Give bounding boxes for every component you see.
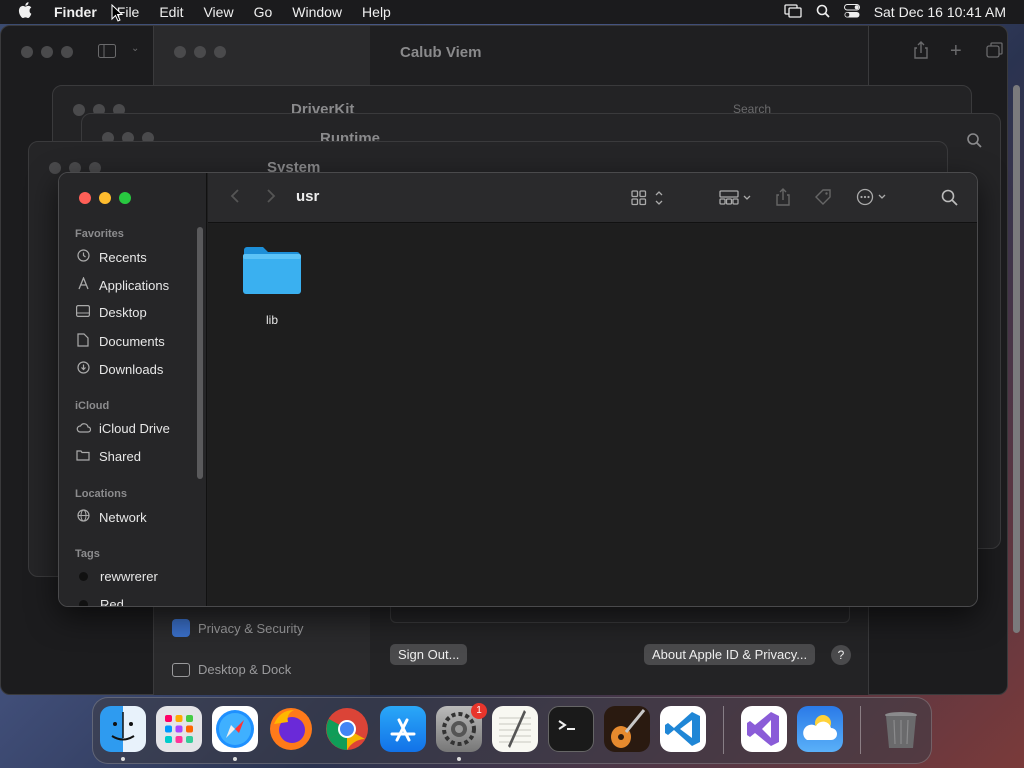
dock-divider [860,706,861,754]
screen-mirroring-icon[interactable] [784,3,802,21]
close-button[interactable] [79,192,91,204]
desktop-icon [75,305,91,320]
dock: 1 [92,697,932,764]
finder-content: lib [208,224,977,606]
shared-folder-icon [75,449,91,464]
chrome-icon[interactable] [324,706,370,752]
menu-view[interactable]: View [203,4,233,20]
window-title: Calub Viem [400,44,482,61]
finder-window-usr: Favorites Recents Applications Desktop D… [58,172,978,607]
desktop-dock-icon [172,662,190,677]
traffic-lights [79,192,131,204]
settings-item-desktop-dock[interactable]: Desktop & Dock [172,662,291,677]
menu-edit[interactable]: Edit [159,4,183,20]
firefox-icon[interactable] [268,706,314,752]
group-by-icon[interactable] [719,189,755,211]
share-icon [913,41,929,62]
mouse-cursor-icon [111,3,124,27]
settings-item-privacy[interactable]: Privacy & Security [172,619,303,637]
section-locations: Locations [75,488,127,500]
launchpad-icon[interactable] [156,706,202,752]
folder-item-lib[interactable]: lib [242,244,302,327]
share-icon[interactable] [775,188,791,210]
app-store-icon[interactable] [380,706,426,752]
icon-view-icon[interactable] [631,189,667,211]
tag-dot-icon [79,600,88,606]
settings-visible-area: Privacy & Security Desktop & Dock Sign O… [153,607,869,695]
globe-icon [75,509,91,525]
sidebar-item-shared[interactable]: Shared [75,449,141,464]
terminal-icon[interactable] [548,706,594,752]
privacy-hand-icon [172,619,190,637]
safari-icon[interactable] [212,706,258,752]
more-actions-icon[interactable] [856,188,890,210]
sign-out-button[interactable]: Sign Out... [390,644,468,665]
control-center-icon[interactable] [843,3,860,21]
zoom-button[interactable] [119,192,131,204]
menu-clock[interactable]: Sat Dec 16 10:41 AM [874,4,1006,20]
tab-overview-icon [986,42,1004,61]
window-title: usr [296,188,320,205]
sidebar-item-tag-red[interactable]: Red [75,597,124,606]
tag-dot-icon [79,572,88,581]
apple-menu-icon[interactable] [18,1,32,23]
sidebar-toggle-icon [98,44,116,61]
new-tab-icon: + [950,40,962,62]
finder-sidebar: Favorites Recents Applications Desktop D… [59,173,207,606]
menu-app-name[interactable]: Finder [54,4,97,20]
sidebar-item-recents[interactable]: Recents [75,249,147,265]
about-apple-id-button[interactable]: About Apple ID & Privacy... [644,644,816,665]
clock-icon [75,249,91,265]
menu-go[interactable]: Go [254,4,273,20]
menu-help[interactable]: Help [362,4,391,20]
sidebar-item-downloads[interactable]: Downloads [75,361,163,377]
sidebar-item-icloud-drive[interactable]: iCloud Drive [75,421,170,436]
visual-studio-icon[interactable] [741,706,787,752]
section-icloud: iCloud [75,400,110,412]
document-icon [75,333,91,350]
applications-icon [75,276,91,293]
file-label: lib [265,313,278,327]
tag-icon[interactable] [814,188,832,210]
sidebar-item-tag[interactable]: rewwrerer [75,569,158,584]
sidebar-item-network[interactable]: Network [75,509,147,525]
back-chevron-icon[interactable] [230,188,240,208]
sidebar-scrollbar[interactable] [197,227,203,479]
vscode-icon[interactable] [660,706,706,752]
garageband-icon[interactable] [604,706,650,752]
sidebar-item-applications[interactable]: Applications [75,276,169,293]
chevron-down-icon: ⌄ [131,43,140,54]
textedit-icon[interactable] [492,706,538,752]
finder-icon[interactable] [100,706,146,752]
minimize-button[interactable] [99,192,111,204]
download-icon [75,361,91,377]
folder-icon [242,247,302,300]
trash-icon[interactable] [878,706,924,752]
sidebar-item-desktop[interactable]: Desktop [75,305,147,320]
notification-badge: 1 [471,703,487,719]
forward-chevron-icon[interactable] [266,188,276,208]
help-button[interactable]: ? [831,645,851,665]
section-favorites: Favorites [75,228,124,240]
search-icon[interactable] [941,189,958,210]
weather-icon[interactable] [797,706,843,752]
page-scrollbar[interactable] [1013,85,1020,633]
section-tags: Tags [75,548,100,560]
sidebar-item-documents[interactable]: Documents [75,333,165,350]
finder-toolbar: usr [208,173,977,223]
spotlight-search-icon[interactable] [816,4,830,21]
menu-bar: Finder File Edit View Go Window Help Sat… [0,0,1024,24]
menu-window[interactable]: Window [292,4,342,20]
cloud-icon [75,422,91,436]
dock-divider [723,706,724,754]
search-icon [966,132,982,151]
